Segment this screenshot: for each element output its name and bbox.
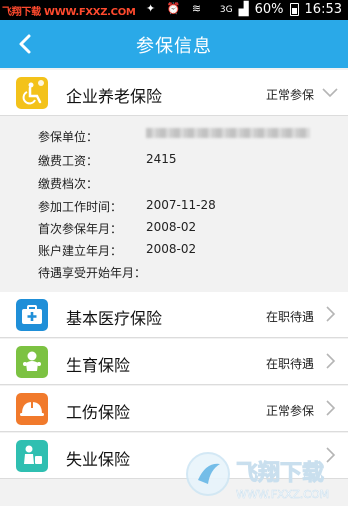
watermark-cn: 飞翔下载 — [236, 460, 324, 486]
detail-label: 首次参保年月： — [38, 222, 123, 236]
insurance-row-medical[interactable]: 基本医疗保险 在职待遇 — [0, 292, 348, 338]
chevron-right-icon — [326, 353, 336, 369]
insurance-name: 失业保险 — [66, 450, 131, 469]
watermark-url: WWW.FXXZ.COM — [236, 488, 329, 501]
baby-icon — [16, 346, 48, 378]
detail-label: 参保单位： — [38, 130, 99, 144]
detail-label: 参加工作时间： — [38, 200, 123, 214]
detail-label: 账户建立年月： — [38, 244, 123, 258]
notification-icons: ✦ ⏰ ≋ — [146, 2, 206, 15]
insurance-row-pension[interactable]: 企业养老保险 正常参保 — [0, 70, 348, 116]
detail-value: 2007-11-28 — [146, 198, 216, 212]
insurance-status: 正常参保 — [265, 88, 314, 102]
insurance-name: 工伤保险 — [66, 403, 131, 422]
battery-icon — [289, 3, 299, 16]
watermark-text: 飞翔下载 WWW.FXXZ.COM — [2, 7, 136, 18]
detail-value: 2415 — [146, 152, 177, 166]
wheelchair-icon — [16, 77, 48, 109]
network-type: 3G — [219, 4, 233, 15]
status-bar: 飞翔下载 WWW.FXXZ.COM ✦ ⏰ ≋ 3G ▟ 60% 16:53 — [0, 0, 348, 20]
detail-label: 缴费工资： — [38, 154, 99, 168]
helmet-icon — [16, 393, 48, 425]
detail-value: 2008-02 — [146, 242, 197, 256]
chevron-down-icon — [322, 88, 338, 98]
insurance-status: 正常参保 — [265, 404, 314, 418]
detail-value: 2008-02 — [146, 220, 197, 234]
insurance-row-work-injury[interactable]: 工伤保险 正常参保 — [0, 386, 348, 432]
insurance-name: 基本医疗保险 — [66, 309, 163, 328]
insurance-name: 生育保险 — [66, 356, 131, 375]
watermark-logo: 飞翔下载 WWW.FXXZ.COM — [184, 446, 348, 506]
app-bar: 参保信息 — [0, 20, 348, 68]
battery-percent: 60% — [254, 2, 284, 17]
unemployed-icon — [16, 440, 48, 472]
detail-label: 待遇享受开始年月： — [38, 266, 147, 280]
blurred-unit-value — [146, 128, 310, 138]
chevron-right-icon — [326, 400, 336, 416]
pension-detail-panel: 参保单位： 缴费工资： 2415 缴费档次： 参加工作时间： 2007-11-2… — [0, 118, 348, 290]
insurance-status: 在职待遇 — [265, 357, 314, 371]
signal-icon: ▟ — [238, 2, 249, 17]
insurance-name: 企业养老保险 — [66, 87, 163, 106]
insurance-status: 在职待遇 — [265, 310, 314, 324]
clock: 16:53 — [304, 2, 342, 17]
page-title: 参保信息 — [136, 36, 212, 57]
medical-kit-icon — [16, 299, 48, 331]
chevron-right-icon — [326, 306, 336, 322]
detail-label: 缴费档次： — [38, 177, 99, 191]
insurance-row-maternity[interactable]: 生育保险 在职待遇 — [0, 339, 348, 385]
